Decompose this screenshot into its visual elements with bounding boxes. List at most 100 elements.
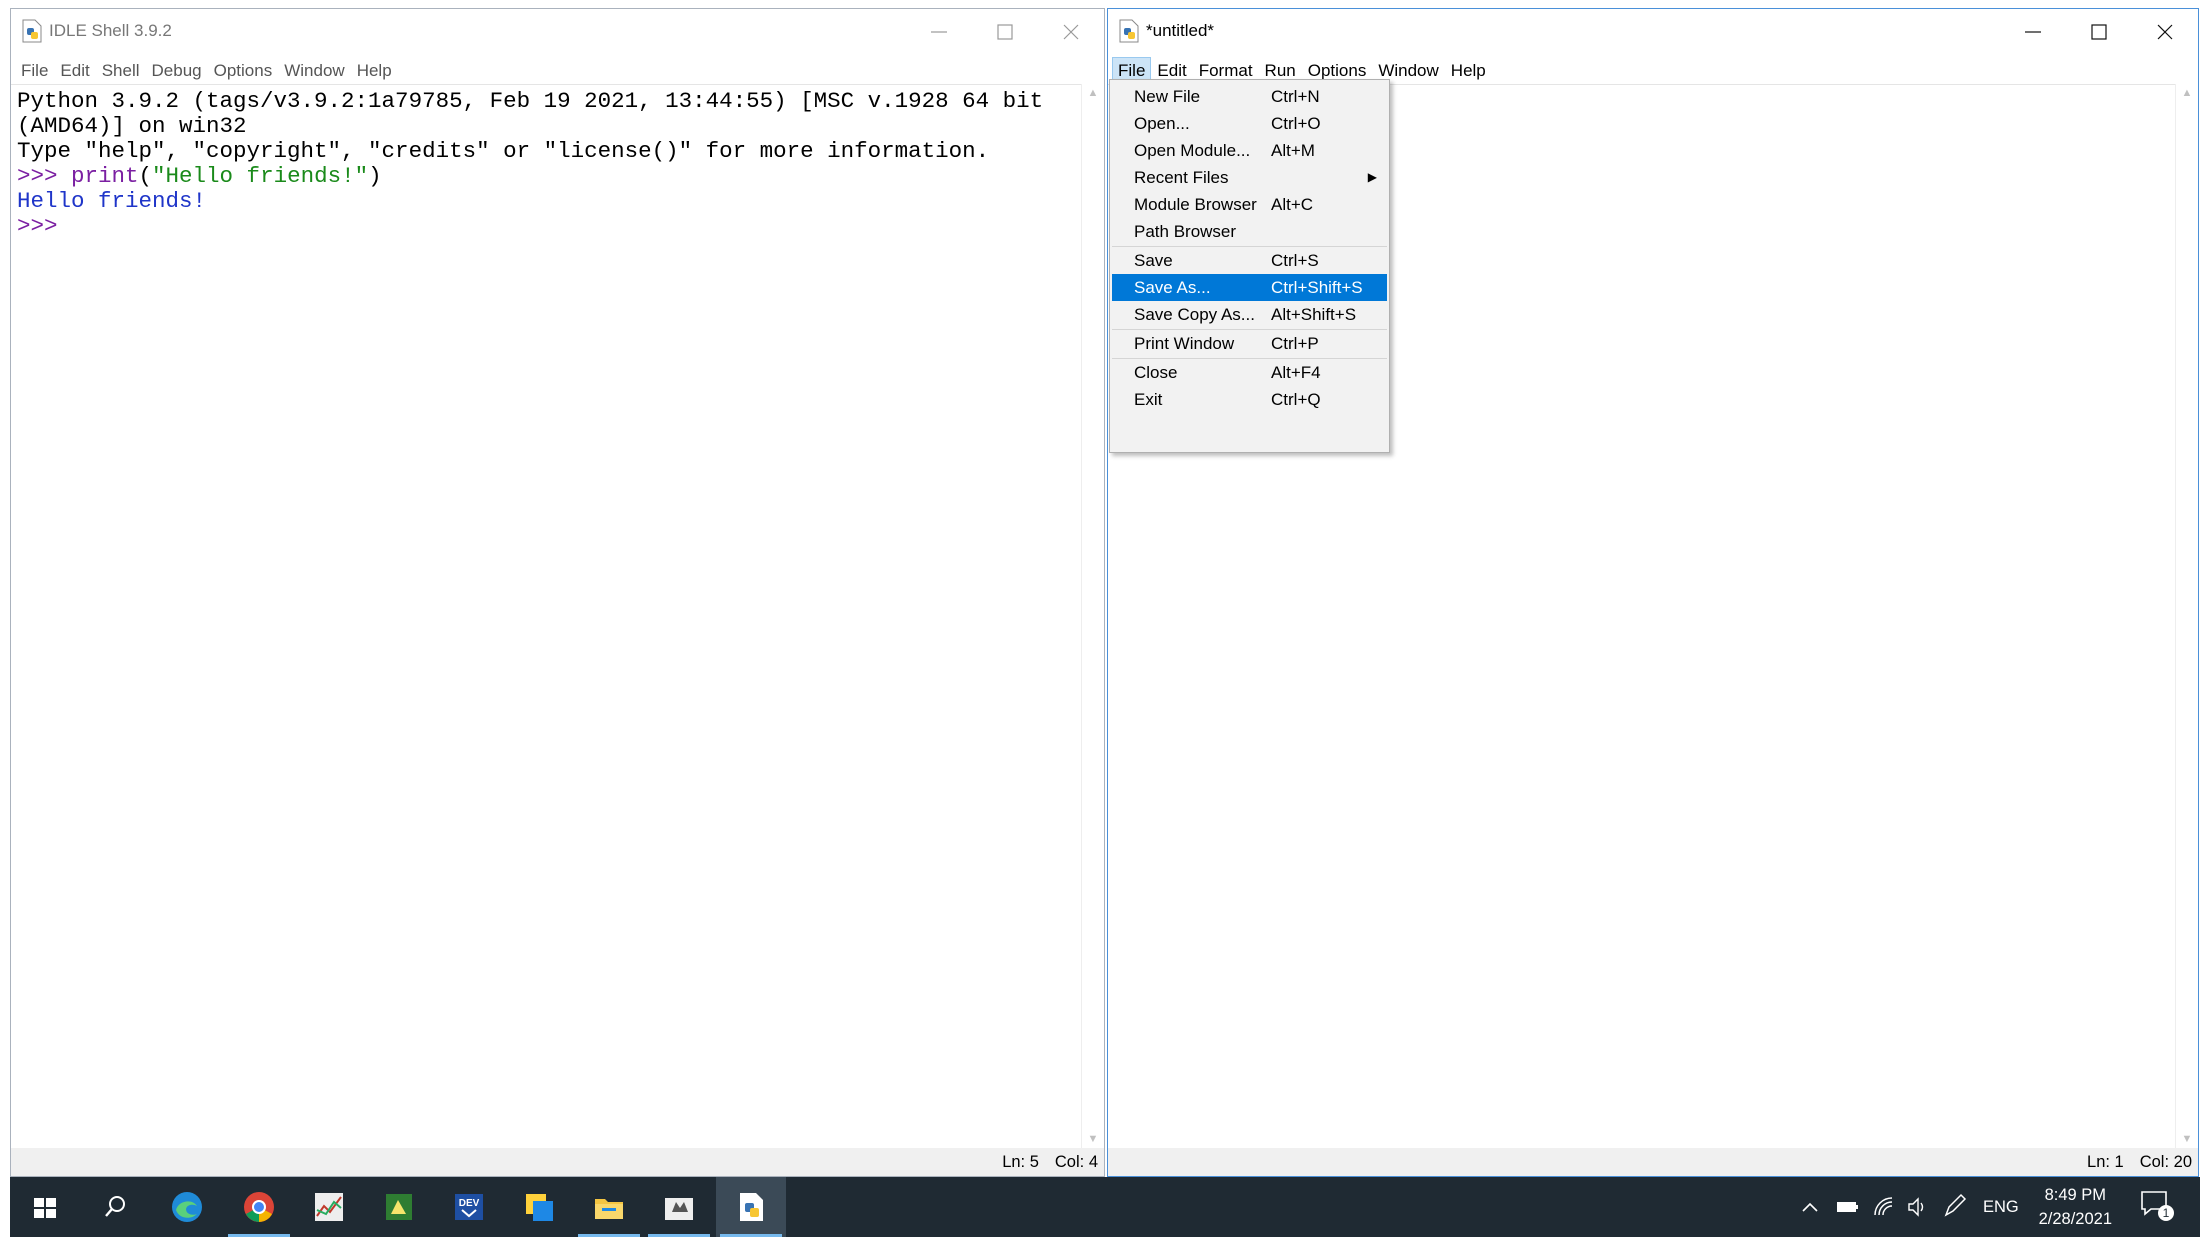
wifi-icon[interactable]: [1872, 1195, 1896, 1219]
menu-item-save-copy-as[interactable]: Save Copy As... Alt+Shift+S: [1112, 301, 1387, 328]
clock[interactable]: 8:49 PM 2/28/2021: [2039, 1183, 2112, 1231]
menu-item-open[interactable]: Open... Ctrl+O: [1112, 110, 1387, 137]
menu-item-label: Path Browser: [1134, 222, 1237, 241]
menu-item-shortcut: Alt+F4: [1271, 363, 1321, 382]
shell-text-segment: print: [71, 163, 139, 189]
search-button[interactable]: [80, 1177, 150, 1237]
menu-help[interactable]: Help: [351, 57, 398, 81]
shell-text-segment: "Hello friends!": [152, 163, 369, 189]
menu-item-save[interactable]: Save Ctrl+S: [1112, 247, 1387, 274]
menu-shell[interactable]: Shell: [96, 57, 146, 81]
status-line: Ln: 5: [1002, 1153, 1039, 1171]
menu-item-exit[interactable]: Exit Ctrl+Q: [1112, 386, 1387, 413]
menu-item-new-file[interactable]: New File Ctrl+N: [1112, 83, 1387, 110]
menu-item-label: Module Browser: [1134, 195, 1257, 214]
menu-format[interactable]: Format: [1193, 57, 1259, 81]
chart-app-icon: [315, 1193, 343, 1221]
menu-window[interactable]: Window: [1372, 57, 1444, 81]
menu-file[interactable]: File: [1112, 57, 1152, 81]
menu-item-shortcut: Ctrl+N: [1271, 87, 1320, 106]
scroll-up-icon[interactable]: ▲: [2181, 88, 2193, 99]
menu-run[interactable]: Run: [1259, 57, 1302, 81]
menu-item-path-browser[interactable]: Path Browser: [1112, 218, 1387, 245]
notifications-button[interactable]: 1: [2140, 1189, 2174, 1225]
title-bar[interactable]: IDLE Shell 3.9.2: [11, 9, 1104, 55]
scroll-up-icon[interactable]: ▲: [1087, 88, 1099, 99]
pen-icon[interactable]: [1942, 1193, 1968, 1219]
menu-file[interactable]: File: [15, 57, 54, 81]
dev-app-icon: DEV: [455, 1194, 483, 1220]
sticky-notes-icon: [526, 1194, 553, 1221]
menu-item-label: Exit: [1134, 390, 1163, 409]
minimize-button[interactable]: [2000, 9, 2066, 55]
language-indicator[interactable]: ENG: [1983, 1177, 2019, 1237]
shell-line: Type "help", "copyright", "credits" or "…: [17, 139, 1076, 164]
shell-text-segment: (: [138, 163, 153, 189]
menu-options[interactable]: Options: [208, 57, 279, 81]
shell-line: Python 3.9.2 (tags/v3.9.2:1a79785, Feb 1…: [17, 89, 1076, 114]
menu-bar: File Edit Shell Debug Options Window Hel…: [11, 55, 1104, 83]
taskbar: DEV ENG 8:49 PM 2/28/2021 1: [10, 1177, 2200, 1237]
taskbar-app-idle[interactable]: [716, 1177, 786, 1237]
taskbar-app-dev[interactable]: DEV: [434, 1177, 504, 1237]
shell-text-segment: >>>: [17, 213, 72, 239]
menu-debug[interactable]: Debug: [146, 57, 208, 81]
notification-count: 1: [2158, 1205, 2174, 1221]
status-bar: Ln: 1 Col: 20: [1108, 1148, 2198, 1176]
menu-item-module-browser[interactable]: Module Browser Alt+C: [1112, 191, 1387, 218]
chevron-up-icon[interactable]: [1800, 1197, 1820, 1217]
shell-line: >>> print("Hello friends!"): [17, 164, 1076, 189]
taskbar-app-sticky-notes[interactable]: [504, 1177, 574, 1237]
scroll-down-icon[interactable]: ▼: [1087, 1134, 1099, 1145]
start-button[interactable]: [10, 1177, 80, 1237]
shell-line: (AMD64)] on win32: [17, 114, 1076, 139]
menu-item-label: Recent Files: [1134, 168, 1229, 187]
status-bar: Ln: 5 Col: 4: [11, 1148, 1104, 1176]
title-bar[interactable]: *untitled*: [1108, 9, 2198, 55]
idle-shell-window[interactable]: IDLE Shell 3.9.2 File Edit Shell Debug O…: [10, 8, 1105, 1177]
menu-item-label: Open Module...: [1134, 141, 1251, 160]
minimize-button[interactable]: [906, 9, 972, 55]
shell-line: >>>: [17, 214, 1076, 239]
chrome-icon: [244, 1192, 274, 1222]
taskbar-app-python-file[interactable]: [364, 1177, 434, 1237]
taskbar-app-chrome[interactable]: [224, 1177, 294, 1237]
menu-window[interactable]: Window: [278, 57, 350, 81]
python-file-icon: [22, 19, 42, 43]
edge-icon: [172, 1192, 202, 1222]
taskbar-app-chart[interactable]: [294, 1177, 364, 1237]
menu-edit[interactable]: Edit: [1151, 57, 1192, 81]
scroll-down-icon[interactable]: ▼: [2181, 1134, 2193, 1145]
close-button[interactable]: [1038, 9, 1104, 55]
menu-item-label: Print Window: [1134, 334, 1235, 353]
menu-item-shortcut: Ctrl+S: [1271, 251, 1319, 270]
battery-icon[interactable]: [1836, 1197, 1860, 1217]
menu-item-shortcut: Ctrl+O: [1271, 114, 1321, 133]
vertical-scrollbar[interactable]: ▲ ▼: [1081, 84, 1104, 1148]
maximize-button[interactable]: [972, 9, 1038, 55]
clock-date: 2/28/2021: [2038, 1210, 2112, 1228]
shell-text-area[interactable]: Python 3.9.2 (tags/v3.9.2:1a79785, Feb 1…: [11, 84, 1082, 1148]
file-menu-dropdown: New File Ctrl+N Open... Ctrl+O Open Module..…: [1109, 79, 1390, 453]
taskbar-app-cat[interactable]: [644, 1177, 714, 1237]
menu-item-open-module[interactable]: Open Module... Alt+M: [1112, 137, 1387, 164]
menu-options[interactable]: Options: [1302, 57, 1373, 81]
taskbar-app-edge[interactable]: [152, 1177, 222, 1237]
menu-edit[interactable]: Edit: [54, 57, 95, 81]
maximize-icon: [2091, 24, 2107, 40]
menu-item-print-window[interactable]: Print Window Ctrl+P: [1112, 330, 1387, 357]
file-explorer-icon: [595, 1199, 623, 1219]
taskbar-app-file-explorer[interactable]: [574, 1177, 644, 1237]
menu-item-recent-files[interactable]: Recent Files ▶: [1112, 164, 1387, 191]
maximize-button[interactable]: [2066, 9, 2132, 55]
menu-help[interactable]: Help: [1445, 57, 1492, 81]
menu-item-close[interactable]: Close Alt+F4: [1112, 359, 1387, 386]
menu-item-save-as[interactable]: Save As... Ctrl+Shift+S: [1112, 274, 1387, 301]
idle-icon: [740, 1193, 763, 1221]
shell-text-segment: (AMD64)] on win32: [17, 113, 247, 139]
vertical-scrollbar[interactable]: ▲ ▼: [2175, 84, 2198, 1148]
volume-icon[interactable]: [1906, 1195, 1930, 1219]
close-button[interactable]: [2132, 9, 2198, 55]
minimize-icon: [2025, 31, 2041, 33]
minimize-icon: [931, 31, 947, 33]
